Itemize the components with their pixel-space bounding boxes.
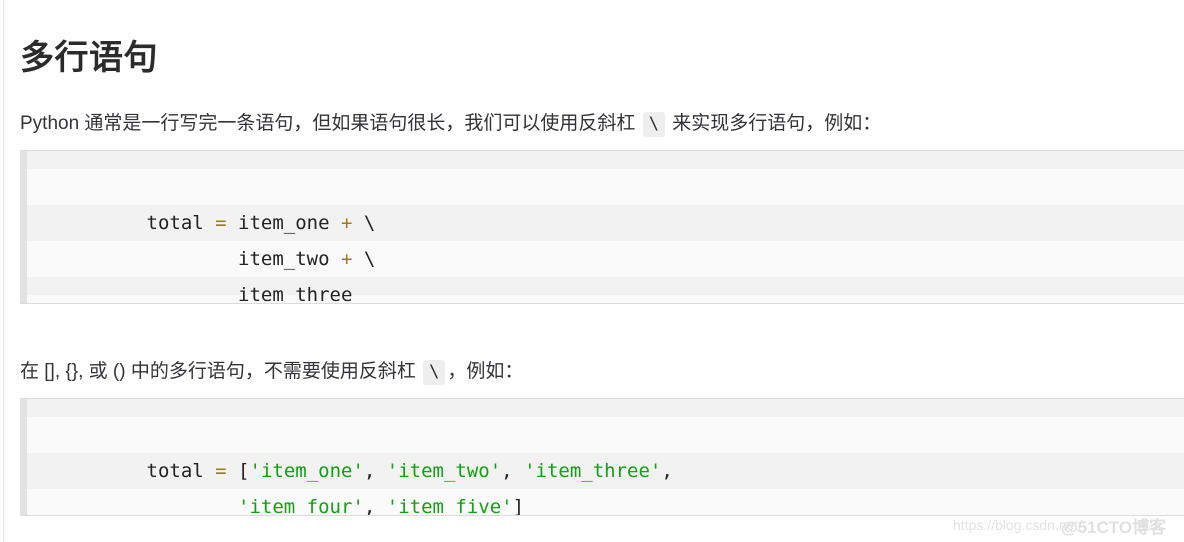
code-token: , [501,460,525,482]
code-token: [ [226,460,250,482]
code-token: ] [512,496,525,516]
watermark-brand: @51CTO博客 [1061,518,1167,537]
paragraph-2-text-after: ，例如： [447,361,524,382]
inline-code-backslash: \ [642,112,665,137]
code-token: \ [352,212,376,234]
code-token: item_one [226,212,341,234]
watermark-url: https://blog.csdn.net/ [953,517,1083,533]
code-block-content: total = ['item_one', 'item_two', 'item_t… [27,399,1184,515]
paragraph-1-text-after: 来实现多行语句，例如： [666,113,882,134]
code-token-string: 'item_one' [249,460,364,482]
code-token-operator: + [340,248,353,270]
code-token: total [146,460,216,482]
code-row-spacer-top [27,151,1184,169]
code-token-string: 'item_two' [386,460,502,482]
code-block-gutter [20,399,27,515]
code-block-content: total = item_one + \ item_two + \ item_t… [27,151,1184,303]
paragraph-backslash-intro: Python 通常是一行写完一条语句，但如果语句很长，我们可以使用反斜杠 \ 来… [20,109,881,139]
paragraph-brackets-intro: 在 [], {}, 或 () 中的多行语句，不需要使用反斜杠 \ ，例如： [20,357,523,387]
code-row-spacer-top [27,399,1184,417]
code-token: , [363,496,387,516]
code-token-string: 'item_four' [238,496,364,516]
code-token-string: 'item_three' [524,460,662,482]
code-token: \ [352,248,376,270]
paragraph-2-text-before: 在 [], {}, 或 () 中的多行语句，不需要使用反斜杠 [20,361,422,382]
code-token-operator: = [215,460,227,482]
code-token: item_three [146,284,353,304]
code-token: item_two [146,248,341,270]
code-token-operator: = [215,212,227,234]
code-token: , [363,460,387,482]
code-token-string: 'item_five' [386,496,513,516]
article-page: 多行语句 Python 通常是一行写完一条语句，但如果语句很长，我们可以使用反斜… [0,0,1184,542]
code-block-gutter [20,151,27,303]
code-token-operator: + [341,212,353,234]
code-line: total = item_one + \ [27,169,1184,234]
code-block-backslash-continuation[interactable]: total = item_one + \ item_two + \ item_t… [20,150,1184,304]
code-line: total = ['item_one', 'item_two', 'item_t… [27,417,1184,482]
paragraph-1-text-before: Python 通常是一行写完一条语句，但如果语句很长，我们可以使用反斜杠 [20,113,641,134]
inline-code-backslash: \ [423,360,446,385]
code-token: total [146,212,216,234]
code-block-bracket-continuation[interactable]: total = ['item_one', 'item_two', 'item_t… [20,398,1184,516]
page-title: 多行语句 [20,38,158,77]
code-token: , [661,460,673,482]
